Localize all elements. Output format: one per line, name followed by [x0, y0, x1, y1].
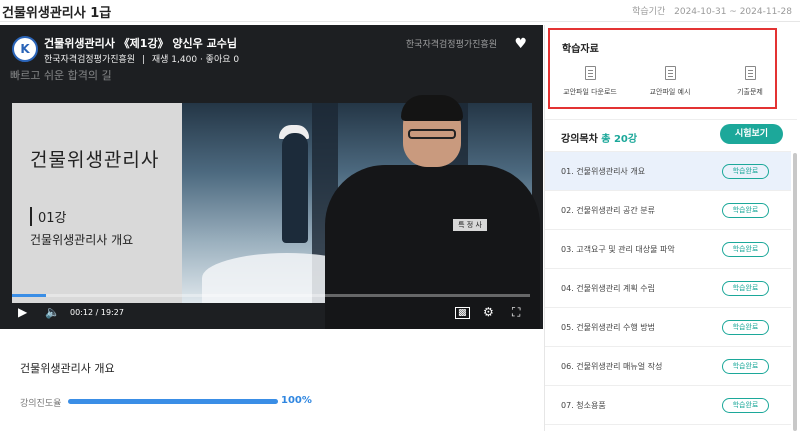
right-panel: 학습자료 교안파일 다운로드 교안파일 예시 기출문제 강의목차 총 20강 시…: [544, 25, 800, 431]
worker-figure: [282, 133, 308, 243]
study-period-value: 2024-10-31 ~ 2024-11-28: [674, 7, 792, 17]
presenter-hair: [401, 95, 463, 121]
channel-logo-icon: K: [12, 36, 38, 62]
study-period-label: 학습기간: [632, 7, 666, 17]
slide-lesson-title: 건물위생관리사 개요: [30, 233, 134, 247]
material-slides-example[interactable]: 교안파일 예시: [635, 66, 705, 97]
toc-item[interactable]: 05. 건물위생관리 수행 방법 학습완료: [545, 308, 791, 347]
toc-item[interactable]: 02. 건물위생관리 공간 분류 학습완료: [545, 191, 791, 230]
toc-scrollbar[interactable]: [792, 151, 798, 431]
toc-item-title: 02. 건물위생관리 공간 분류: [561, 206, 655, 215]
toc-item[interactable]: 01. 건물위생관리사 개요 학습완료: [545, 152, 791, 191]
progress-label: 강의진도율: [20, 399, 62, 409]
material-label: 기출문제: [737, 88, 763, 96]
top-bar: 건물위생관리사 1급 학습기간 2024-10-31 ~ 2024-11-28: [0, 0, 800, 22]
video-progress-bar[interactable]: [12, 294, 530, 297]
toc-list: 01. 건물위생관리사 개요 학습완료 02. 건물위생관리 공간 분류 학습완…: [545, 151, 791, 431]
subtitles-icon[interactable]: ▩: [455, 307, 470, 319]
toc-item-title: 06. 건물위생관리 매뉴얼 작성: [561, 362, 663, 371]
status-badge: 학습완료: [722, 242, 769, 257]
play-icon[interactable]: ▶: [18, 305, 27, 319]
toc-item[interactable]: 06. 건물위생관리 매뉴얼 작성 학습완료: [545, 347, 791, 386]
video-stats: 재생 1,400 · 좋아요 0: [151, 55, 240, 65]
toc-title-label: 강의목차: [561, 134, 598, 145]
video-time: 00:12 / 19:27: [70, 308, 124, 317]
video-player[interactable]: 건물위생관리사 01강 건물위생관리사 개요 특 정 사 K 건물위생관리사 《…: [0, 25, 543, 329]
toc-item[interactable]: 07. 청소용품 학습완료: [545, 386, 791, 425]
toc-item-title: 07. 청소용품: [561, 401, 606, 410]
material-label: 교안파일 다운로드: [563, 88, 617, 96]
status-badge: 학습완료: [722, 320, 769, 335]
video-header: K 건물위생관리사 《제1강》 양신우 교수님 한국자격검정평가진흥원 | 재생…: [10, 34, 533, 82]
video-progress-fill: [12, 294, 46, 297]
toc-item-title: 03. 고객요구 및 관리 대상물 파악: [561, 245, 675, 254]
slide-lesson-number: 01강: [30, 207, 67, 226]
toc-scrollbar-thumb[interactable]: [793, 153, 797, 431]
status-badge: 학습완료: [722, 281, 769, 296]
study-period: 학습기간 2024-10-31 ~ 2024-11-28: [632, 4, 792, 17]
lesson-title: 건물위생관리사 개요: [20, 362, 115, 375]
fullscreen-icon[interactable]: ⛶: [512, 305, 520, 320]
toc-header: 강의목차 총 20강 시험보기: [545, 119, 797, 145]
status-badge: 학습완료: [722, 203, 769, 218]
settings-gear-icon[interactable]: ⚙: [483, 305, 494, 319]
presenter-name-patch: 특 정 사: [453, 219, 487, 231]
video-controls: ▶ 🔈 00:12 / 19:27 ▩ ⚙ ⛶: [0, 303, 543, 325]
status-badge: 학습완료: [722, 398, 769, 413]
video-meta: 한국자격검정평가진흥원 | 재생 1,400 · 좋아요 0: [44, 55, 240, 65]
progress-value: 100%: [281, 395, 312, 406]
volume-icon[interactable]: 🔈: [45, 305, 60, 319]
document-icon: [584, 66, 596, 80]
video-brand: 한국자격검정평가진흥원: [405, 40, 497, 50]
exam-button[interactable]: 시험보기: [720, 124, 783, 144]
video-watermark: 빠르고 쉬운 합격의 길: [10, 69, 112, 82]
toc-item[interactable]: 03. 고객요구 및 관리 대상물 파악 학습완료: [545, 230, 791, 269]
toc-item-title: 01. 건물위생관리사 개요: [561, 167, 646, 176]
video-institute: 한국자격검정평가진흥원: [44, 55, 136, 65]
status-badge: 학습완료: [722, 164, 769, 179]
video-title: 건물위생관리사 《제1강》 양신우 교수님: [44, 37, 237, 50]
heart-icon[interactable]: ♥: [514, 36, 527, 52]
toc-item-title: 05. 건물위생관리 수행 방법: [561, 323, 655, 332]
document-icon: [664, 66, 676, 80]
toc-item-title: 04. 건물위생관리 계획 수립: [561, 284, 655, 293]
page-title: 건물위생관리사 1급: [2, 6, 112, 21]
toc-count: 총 20강: [601, 134, 638, 145]
toc-title: 강의목차 총 20강: [561, 130, 637, 145]
video-duration: 19:27: [100, 308, 124, 317]
document-icon: [744, 66, 756, 80]
material-label: 교안파일 예시: [649, 88, 691, 96]
materials-box: 학습자료 교안파일 다운로드 교안파일 예시 기출문제: [548, 28, 777, 109]
toc-item[interactable]: 04. 건물위생관리 계획 수립 학습완료: [545, 269, 791, 308]
lesson-progress-track: [68, 399, 278, 404]
presenter-glasses: [408, 129, 456, 139]
materials-title: 학습자료: [562, 44, 599, 55]
material-past-exams[interactable]: 기출문제: [715, 66, 785, 97]
material-download-slides[interactable]: 교안파일 다운로드: [555, 66, 625, 97]
status-badge: 학습완료: [722, 359, 769, 374]
lesson-progress-fill: [68, 399, 278, 404]
video-current-time: 00:12: [70, 308, 94, 317]
slide-title: 건물위생관리사: [30, 149, 160, 171]
